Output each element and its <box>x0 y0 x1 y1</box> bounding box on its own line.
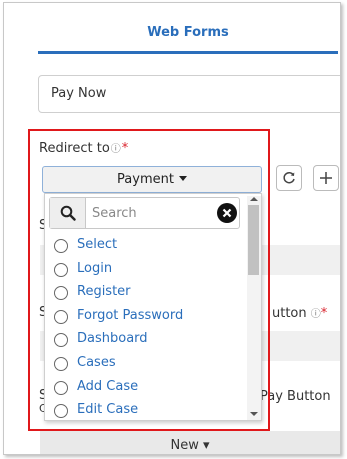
question-circle-icon: ⓘ <box>310 309 321 320</box>
add-button[interactable] <box>313 165 339 191</box>
web-forms-panel: Web Forms Pay Now S S utton ⓘ* S C Pay B… <box>3 2 341 455</box>
new-button[interactable]: New ▾ <box>40 431 340 454</box>
refresh-icon <box>283 171 295 184</box>
required-mark: * <box>320 306 328 321</box>
pay-button-label-partial: Pay Button <box>260 389 331 404</box>
form-name-input[interactable]: Pay Now <box>38 75 340 113</box>
button-label-partial: utton ⓘ* <box>272 305 327 321</box>
refresh-button[interactable] <box>276 165 302 191</box>
highlight-box <box>28 129 270 431</box>
plus-icon <box>320 172 332 184</box>
button-label-text: utton <box>272 306 307 321</box>
active-tab-indicator <box>38 51 338 54</box>
tab-web-forms-label: Web Forms <box>147 25 229 40</box>
